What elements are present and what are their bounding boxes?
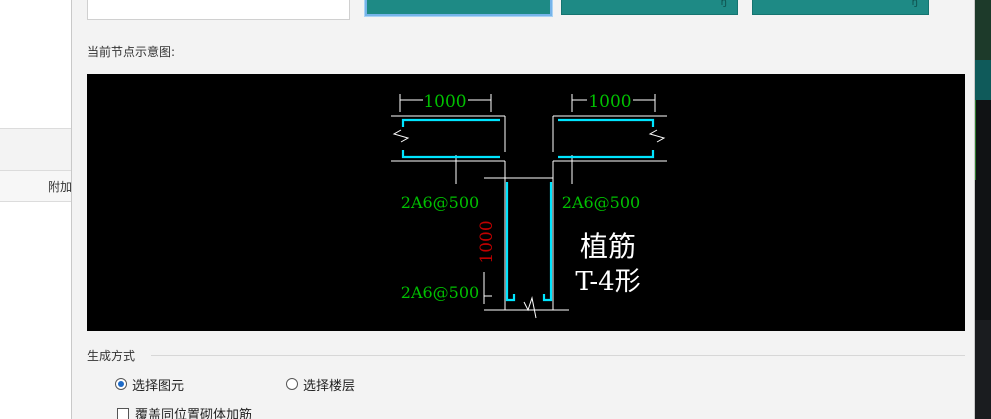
dimension-vertical: 1000: [477, 220, 497, 263]
rebar-label-left: 2A6@500: [401, 193, 479, 212]
background-column-header: 附加: [48, 180, 73, 194]
generation-group-title: 生成方式: [87, 347, 142, 364]
cad-stripe: [975, 180, 991, 320]
background-header-row: 附加: [0, 170, 73, 202]
background-toolbar-band: [0, 128, 71, 171]
rebar-label-bottom: 2A6@500: [401, 283, 479, 302]
button-glyph-icon: ŋ: [720, 0, 727, 8]
radio-select-elements[interactable]: 选择图元: [115, 375, 184, 394]
cad-stripe: [975, 320, 991, 419]
button-glyph-icon: ŋ: [911, 0, 918, 8]
preview-section-title: 当前节点示意图:: [87, 45, 176, 59]
top-list-box[interactable]: [87, 0, 350, 20]
cad-stripe: [975, 100, 991, 180]
radio-label[interactable]: 选择楼层: [303, 375, 355, 394]
rebar-label-right: 2A6@500: [562, 193, 640, 212]
checkbox-label[interactable]: 覆盖同位置砌体加筋: [135, 404, 252, 419]
override-masonry-checkbox[interactable]: 覆盖同位置砌体加筋: [117, 404, 252, 419]
checkbox-icon[interactable]: [117, 407, 129, 419]
radio-unchecked-icon[interactable]: [286, 378, 298, 390]
dimension-top-left: 1000: [423, 92, 466, 112]
rebar-node-dialog: ŋ ŋ 当前节点示意图: 1000 1000 1000 2A6@500 2A6@…: [71, 0, 975, 419]
node-type-button-3[interactable]: ŋ: [752, 0, 929, 15]
diagram-caption-line2: T-4形: [575, 267, 640, 297]
diagram-caption-line1: 植筋: [580, 230, 636, 263]
background-cad-strip: [975, 0, 991, 419]
dimension-top-right: 1000: [588, 92, 631, 112]
radio-label[interactable]: 选择图元: [132, 375, 184, 394]
radio-select-floor[interactable]: 选择楼层: [286, 375, 355, 394]
node-preview-canvas: 1000 1000 1000 2A6@500 2A6@500 2A6@500 植…: [87, 74, 965, 331]
group-divider: [151, 355, 965, 356]
node-type-button-2[interactable]: ŋ: [561, 0, 738, 15]
node-type-button-1[interactable]: [365, 0, 552, 16]
t-joint-diagram: 1000 1000 1000 2A6@500 2A6@500 2A6@500 植…: [391, 92, 667, 319]
radio-checked-icon[interactable]: [115, 378, 127, 390]
background-window-left: 附加: [0, 0, 73, 419]
cad-stripe: [975, 0, 991, 60]
cad-stripe: [975, 60, 991, 100]
